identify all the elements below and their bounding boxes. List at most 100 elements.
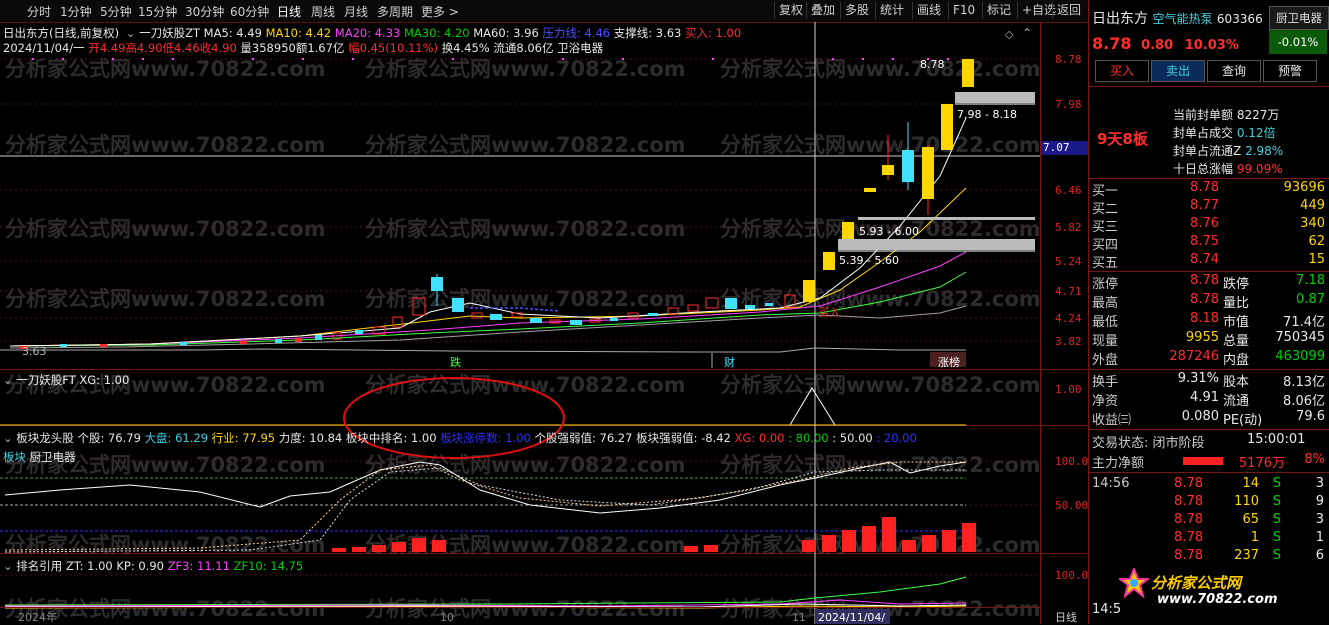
leader-stock-strong: 个股强弱值: 76.27 (534, 431, 633, 445)
period-tab-5min[interactable]: 5分钟 (100, 3, 132, 20)
axis-label: 8.78 (1055, 53, 1082, 66)
period-tab-1min[interactable]: 1分钟 (60, 3, 92, 20)
stat-row: 现量 9955 总量 750345 (1089, 330, 1329, 349)
stat-value: 0.080 (1181, 409, 1219, 424)
leader-bar (372, 545, 386, 552)
bid-price: 8.77 (1190, 198, 1219, 213)
info-low: 低4.46 (162, 41, 200, 55)
watermark-text: 分析家公式网www.70822.com (720, 373, 1041, 397)
stock-concept[interactable]: 空气能热泵 (1152, 12, 1212, 26)
candle-down (180, 342, 187, 345)
period-tab-month[interactable]: 月线 (344, 3, 368, 20)
candle-down (530, 318, 542, 323)
leader-bar (822, 535, 836, 552)
stat-value: 7.18 (1296, 273, 1325, 288)
period-tab-multi[interactable]: 多周期 (377, 3, 413, 20)
bid-row[interactable]: 买二 8.77 449 (1089, 198, 1329, 217)
crosshair-price-tag: 7.07 (1041, 141, 1090, 155)
rank-collapse-icon[interactable]: ⌄ (3, 559, 13, 573)
tick-count: 9 (1315, 494, 1324, 509)
period-tab-more[interactable]: 更多 > (421, 3, 459, 20)
trade-state-row: 交易状态: 闭市阶段 15:00:01 (1089, 432, 1329, 451)
tick-volume: 1 (1250, 530, 1259, 545)
stat-label: 量比 (1223, 296, 1250, 311)
stat-label: 股本 (1223, 375, 1250, 390)
watermark-text: 分析家公式网www.70822.com (365, 597, 686, 621)
stat-value: 287246 (1169, 349, 1219, 364)
low-price-label: 3.63 (22, 345, 47, 358)
tick-side: S (1272, 512, 1281, 527)
overlay-button[interactable]: 叠加 (806, 2, 839, 19)
buy-signal-label: 买入 (818, 306, 840, 319)
query-button[interactable]: 查询 (1207, 60, 1261, 82)
seal-float: 2.98% (1245, 144, 1284, 158)
period-tab-day[interactable]: 日线 (277, 3, 301, 20)
rank-zf10: ZF10: 14.75 (233, 559, 304, 573)
leader-bar (392, 542, 406, 552)
info-volume: 量358950 (240, 41, 296, 55)
period-tab-fenshi[interactable]: 分时 (27, 3, 51, 20)
bid-row[interactable]: 买五 8.74 15 (1089, 252, 1329, 271)
sector-change: -0.01% (1269, 30, 1327, 54)
diamond-icon[interactable]: ◇ (1005, 28, 1013, 41)
candle-down (355, 330, 363, 334)
leader-strength: 力度: 10.84 (278, 431, 343, 445)
period-tab-60min[interactable]: 60分钟 (230, 3, 269, 20)
kline-title: 日出东方(日线,前复权) (3, 26, 120, 40)
ft-collapse-icon[interactable]: ⌄ (3, 373, 13, 387)
tick-volume: 65 (1242, 512, 1259, 527)
bid-row[interactable]: 买一 8.78 93696 (1089, 180, 1329, 199)
chart-area[interactable]: 分析家公式网www.70822.com 分析家公式网www.70822.com … (0, 22, 1088, 624)
indicator-name[interactable]: 一刀妖股ZT (139, 26, 200, 40)
chart-canvas[interactable]: 分析家公式网www.70822.com 分析家公式网www.70822.com … (0, 22, 1088, 624)
candle-down (765, 303, 773, 306)
info-high: 高4.90 (125, 41, 163, 55)
collapse-chevron-icon[interactable]: ⌃ (1022, 26, 1032, 40)
period-tab-30min[interactable]: 30分钟 (185, 3, 224, 20)
date-label-year: 2024年 (18, 610, 57, 624)
rank-indicator-name[interactable]: 排名引用 (16, 559, 62, 573)
sector-button[interactable]: 厨卫电器 (1269, 6, 1329, 30)
candle-down (275, 339, 282, 343)
mark-button[interactable]: 标记 (982, 2, 1015, 19)
axis-label: 4.24 (1055, 312, 1082, 325)
stat-label: 最低 (1092, 315, 1119, 330)
buy-button[interactable]: 买入 (1095, 60, 1149, 82)
f10-button[interactable]: F10 (948, 2, 979, 19)
bid-label: 买二 (1092, 202, 1119, 217)
stats-button[interactable]: 统计 (875, 2, 908, 19)
date-label-10: 10 (440, 611, 454, 624)
watermark-text: 分析家公式网www.70822.com (720, 57, 1041, 81)
leader-collapse-icon[interactable]: ⌄ (3, 431, 13, 445)
axis-label: 3.82 (1055, 335, 1082, 348)
sell-button[interactable]: 卖出 (1151, 60, 1205, 82)
back-button[interactable]: 返回 (1052, 2, 1085, 19)
panel-separator (0, 553, 1088, 554)
bid-row[interactable]: 买四 8.75 62 (1089, 234, 1329, 253)
tick-price: 8.78 (1174, 512, 1203, 527)
fuquan-button[interactable]: 复权 (774, 2, 807, 19)
leader-v80: : 80.00 (788, 431, 829, 445)
info-turnover: 换4.45% (441, 41, 490, 55)
alert-button[interactable]: 预警 (1263, 60, 1317, 82)
bid-price: 8.78 (1190, 180, 1219, 195)
leader-indicator-name[interactable]: 板块龙头股 (16, 431, 74, 445)
watermark-text: 分析家公式网www.70822.com (365, 133, 686, 157)
bid-row[interactable]: 买三 8.76 340 (1089, 216, 1329, 235)
period-tab-week[interactable]: 周线 (311, 3, 335, 20)
multi-stock-button[interactable]: 多股 (840, 2, 873, 19)
collapse-icon[interactable]: ⌄ (126, 26, 136, 40)
candle-limit-up (922, 147, 934, 199)
tick-count: 1 (1315, 530, 1324, 545)
tag-zhangbang: 涨榜 (938, 355, 960, 369)
high-label: 8.78 (920, 58, 945, 71)
leader-sector-strong: 板块强弱值: -8.42 (636, 431, 731, 445)
draw-line-button[interactable]: 画线 (912, 2, 945, 19)
ft-indicator-name[interactable]: 一刀妖股FT (16, 373, 75, 387)
stat-value: 8.18 (1190, 311, 1219, 326)
bid-volume: 62 (1308, 234, 1325, 249)
axis-label: 7.98 (1055, 98, 1082, 111)
candle-up (240, 341, 247, 344)
leader-bar (922, 535, 936, 552)
period-tab-15min[interactable]: 15分钟 (138, 3, 177, 20)
